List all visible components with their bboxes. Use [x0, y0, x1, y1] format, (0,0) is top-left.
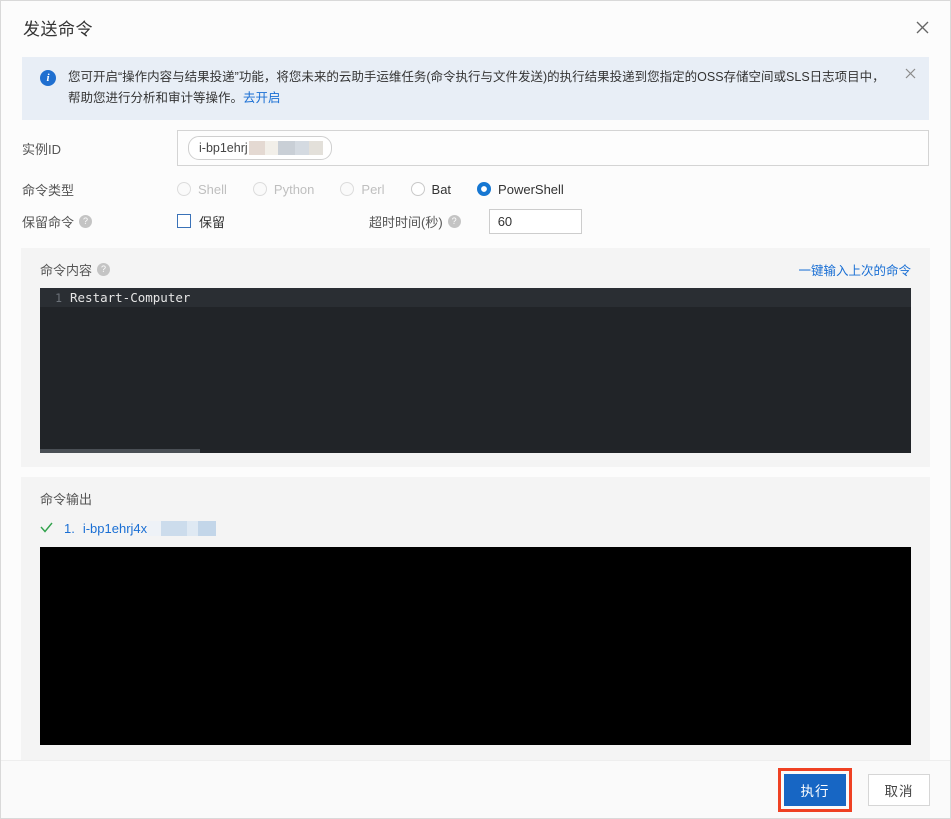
keep-command-label-text: 保留命令: [22, 214, 75, 230]
redacted-block: [187, 520, 199, 536]
checkbox-label: 保留: [199, 214, 226, 230]
keep-command-label: 保留命令 ?: [22, 212, 177, 231]
row-keep-command: 保留命令 ? 保留 超时时间(秒) ?: [22, 204, 929, 238]
command-output-title: 命令输出: [40, 491, 93, 507]
radio-dot-icon: [177, 182, 191, 196]
banner-enable-link[interactable]: 去开启: [243, 91, 281, 105]
page-title: 发送命令: [23, 20, 93, 39]
timeout-input[interactable]: [488, 208, 582, 234]
row-command-type: 命令类型 Shell Python Perl Bat PowerShell: [22, 174, 929, 204]
help-icon[interactable]: ?: [97, 262, 111, 276]
cancel-button[interactable]: 取消: [868, 773, 930, 806]
redacted-block: [248, 141, 265, 155]
check-icon: [40, 521, 53, 535]
redacted-block: [198, 520, 217, 536]
code-line: 1 Restart-Computer: [40, 288, 911, 307]
editor-scrollbar[interactable]: [40, 449, 200, 453]
command-content-title-text: 命令内容: [40, 262, 93, 278]
command-content-header: 命令内容 ? 一键输入上次的命令: [40, 257, 911, 281]
redacted-block: [308, 141, 323, 155]
radio-dot-icon: [410, 182, 425, 196]
redacted-block: [294, 141, 309, 155]
execute-button[interactable]: 执行: [784, 773, 846, 806]
execute-button-highlight: 执行: [778, 767, 852, 812]
radio-label: PowerShell: [498, 181, 564, 197]
command-content-editor[interactable]: 1 Restart-Computer: [40, 288, 911, 453]
output-console: [40, 547, 911, 745]
radio-python: Python: [252, 181, 315, 197]
radio-label: Perl: [361, 181, 385, 197]
instance-id-label: 实例ID: [22, 141, 62, 157]
command-output-panel: 命令输出 1. i-bp1ehrj4x 执行成功 2023年1月3日 18:02: [21, 477, 930, 789]
instance-id-tag[interactable]: i-bp1ehrj: [188, 136, 332, 160]
command-content-title: 命令内容 ?: [40, 260, 111, 279]
help-icon[interactable]: ?: [79, 214, 93, 228]
list-item: 1. i-bp1ehrj4x: [40, 517, 911, 539]
command-content-panel: 命令内容 ? 一键输入上次的命令 1 Restart-Computer: [21, 248, 930, 467]
form-area: 实例ID i-bp1ehrj 命令类型 Shell Python Perl Ba…: [1, 130, 950, 238]
timeout-group: 超时时间(秒) ?: [369, 208, 582, 234]
code-text: Restart-Computer: [70, 290, 191, 305]
info-icon: i: [40, 70, 56, 86]
output-instance-link[interactable]: i-bp1ehrj4x: [83, 521, 147, 536]
radio-dot-icon: [477, 182, 492, 196]
radio-label: Python: [273, 181, 315, 197]
output-index: 1.: [64, 520, 75, 536]
radio-label: Bat: [431, 181, 452, 197]
checkbox-icon: [177, 214, 191, 228]
banner-text-line2: 行分析和审计等操作。: [118, 91, 244, 105]
radio-perl: Perl: [340, 181, 385, 197]
command-type-label: 命令类型: [22, 182, 75, 198]
keep-command-checkbox[interactable]: 保留: [177, 212, 225, 231]
reuse-last-command-link[interactable]: 一键输入上次的命令: [798, 260, 911, 279]
help-icon[interactable]: ?: [447, 214, 461, 228]
info-banner: i 您可开启“操作内容与结果投递”功能，将您未来的云助手运维任务(命令执行与文件…: [22, 57, 929, 120]
redacted-block: [147, 520, 162, 536]
command-output-header: 命令输出: [40, 486, 911, 510]
redacted-block: [161, 520, 188, 536]
radio-bat[interactable]: Bat: [410, 181, 452, 197]
dialog-footer: 执行 取消: [1, 760, 950, 818]
radio-dot-icon: [340, 182, 355, 196]
dialog-header: 发送命令: [1, 1, 950, 53]
line-number: 1: [55, 290, 62, 305]
instance-id-field[interactable]: i-bp1ehrj: [177, 130, 929, 166]
command-type-radio-group: Shell Python Perl Bat PowerShell: [177, 182, 590, 197]
banner-close-icon[interactable]: [905, 68, 916, 81]
timeout-label: 超时时间(秒) ?: [369, 212, 461, 231]
redacted-block: [264, 141, 278, 155]
send-command-dialog: 发送命令 i 您可开启“操作内容与结果投递”功能，将您未来的云助手运维任务(命令…: [0, 0, 951, 819]
keep-command-controls: 保留 超时时间(秒) ?: [177, 208, 929, 234]
radio-shell: Shell: [177, 182, 227, 197]
redacted-block: [277, 141, 295, 155]
instance-id-value: i-bp1ehrj: [199, 141, 248, 155]
row-instance-id: 实例ID i-bp1ehrj: [22, 130, 929, 166]
timeout-label-text: 超时时间(秒): [369, 214, 443, 230]
radio-powershell[interactable]: PowerShell: [477, 182, 564, 197]
close-icon[interactable]: [908, 13, 936, 41]
radio-label: Shell: [198, 181, 227, 197]
radio-dot-icon: [252, 182, 267, 196]
